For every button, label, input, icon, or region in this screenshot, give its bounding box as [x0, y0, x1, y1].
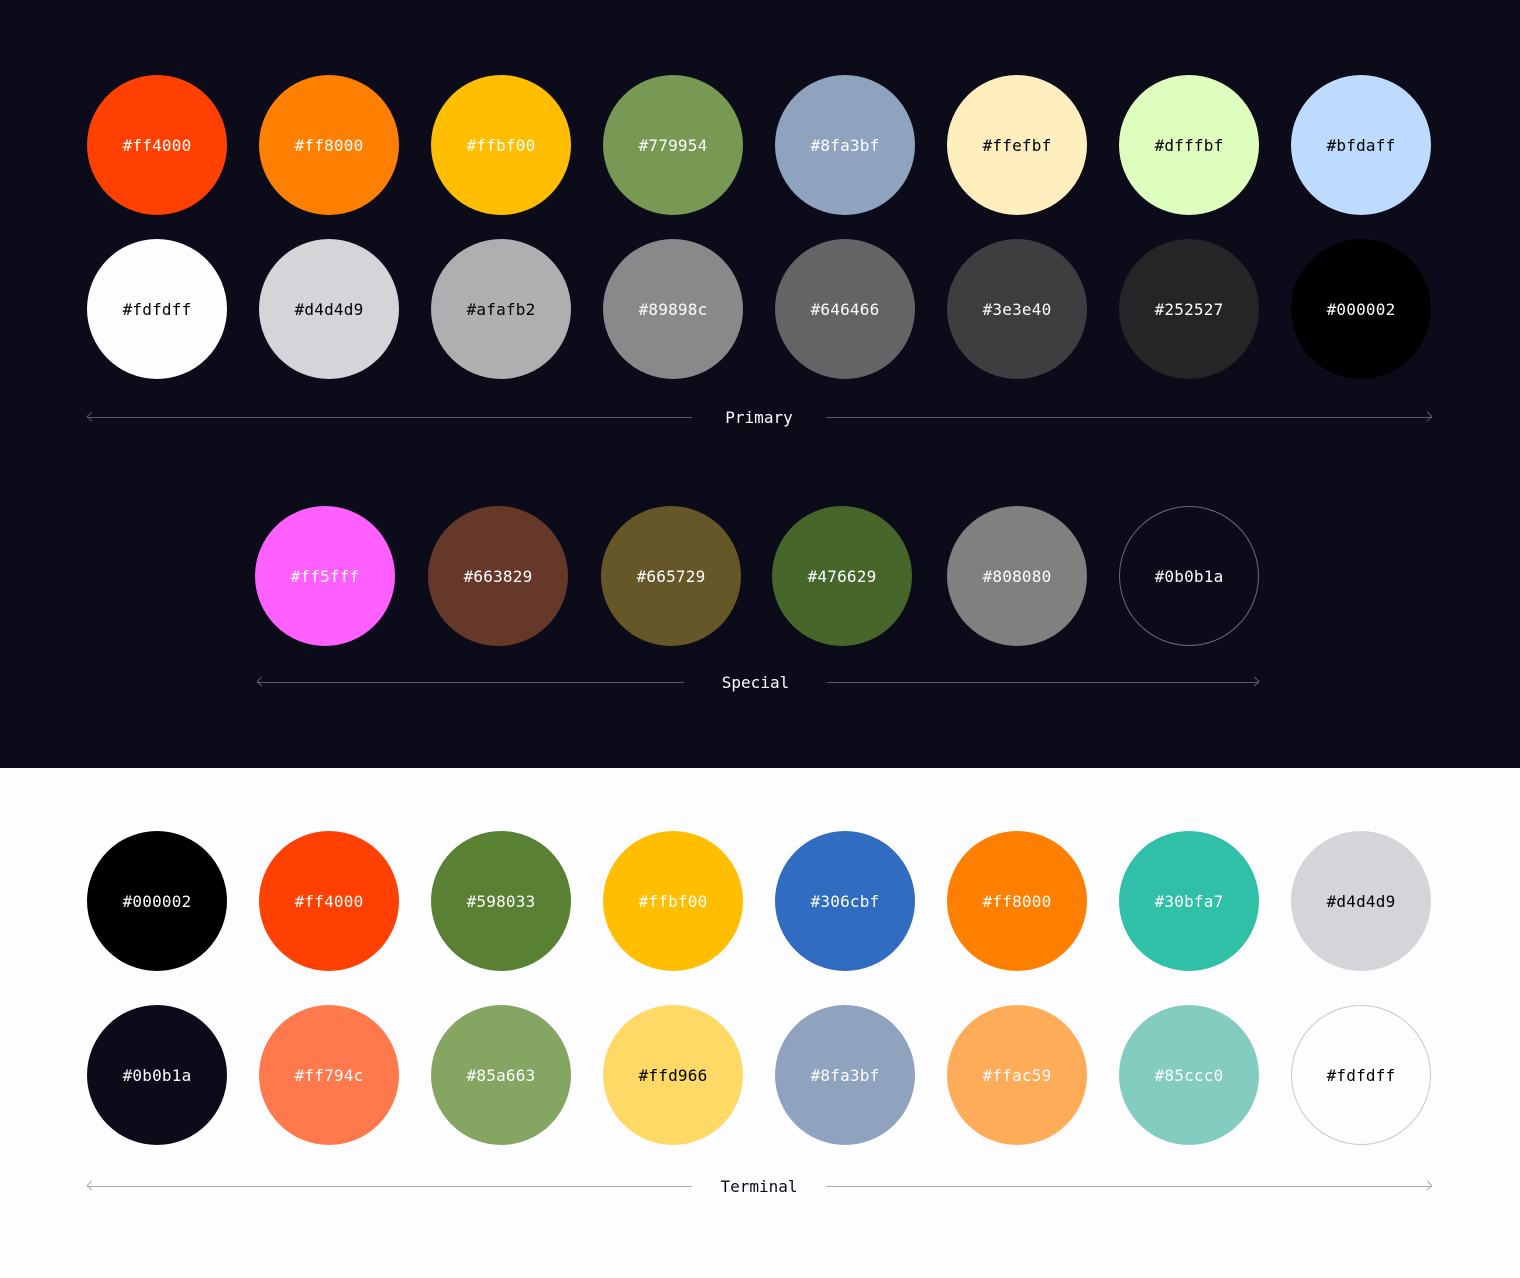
swatch-hex-label: #ff8000 [982, 891, 1052, 911]
color-swatch: #598033 [431, 831, 571, 971]
color-swatch: #0b0b1a [1119, 506, 1259, 646]
swatch-hex-label: #808080 [982, 566, 1052, 586]
color-swatch: #ff794c [259, 1005, 399, 1145]
color-swatch: #ffefbf [947, 75, 1087, 215]
color-swatch: #000002 [1291, 239, 1431, 379]
swatch-hex-label: #ffbf00 [466, 135, 536, 155]
color-swatch: #ff8000 [947, 831, 1087, 971]
divider-line [257, 682, 684, 683]
special-divider: Special [256, 673, 1260, 693]
swatch-hex-label: #afafb2 [466, 299, 536, 319]
swatch-hex-label: #8fa3bf [810, 135, 880, 155]
swatch-hex-label: #ffbf00 [638, 891, 708, 911]
swatch-hex-label: #8fa3bf [810, 1065, 880, 1085]
swatch-hex-label: #663829 [463, 566, 533, 586]
light-panel: #000002 #ff4000 #598033 #ffbf00 #306cbf #ff80… [0, 768, 1520, 1278]
color-swatch: #306cbf [775, 831, 915, 971]
color-swatch: #ff8000 [259, 75, 399, 215]
color-swatch: #bfdaff [1291, 75, 1431, 215]
color-swatch: #476629 [772, 506, 912, 646]
color-swatch: #afafb2 [431, 239, 571, 379]
color-swatch: #dfffbf [1119, 75, 1259, 215]
swatch-hex-label: #665729 [636, 566, 706, 586]
arrow-right-icon [1422, 411, 1433, 422]
color-swatch: #808080 [947, 506, 1087, 646]
terminal-label: Terminal [720, 1177, 798, 1196]
color-swatch: #8fa3bf [775, 1005, 915, 1145]
color-swatch: #665729 [601, 506, 741, 646]
swatch-hex-label: #779954 [638, 135, 708, 155]
color-swatch: #3e3e40 [947, 239, 1087, 379]
swatch-hex-label: #dfffbf [1154, 135, 1224, 155]
dark-panel: #ff4000 #ff8000 #ffbf00 #779954 #8fa3bf #ffef… [0, 0, 1520, 768]
swatch-hex-label: #306cbf [810, 891, 880, 911]
color-swatch: #89898c [603, 239, 743, 379]
color-swatch: #252527 [1119, 239, 1259, 379]
color-swatch: #ffac59 [947, 1005, 1087, 1145]
color-swatch: #d4d4d9 [1291, 831, 1431, 971]
swatch-hex-label: #ff5fff [290, 566, 360, 586]
color-swatch: #ff4000 [259, 831, 399, 971]
swatch-hex-label: #30bfa7 [1154, 891, 1224, 911]
swatch-hex-label: #000002 [122, 891, 192, 911]
swatch-hex-label: #0b0b1a [1154, 566, 1224, 586]
arrow-right-icon [1249, 676, 1260, 687]
swatch-hex-label: #ffefbf [982, 135, 1052, 155]
divider-line [826, 417, 1432, 418]
swatch-hex-label: #fdfdff [122, 299, 192, 319]
color-swatch: #fdfdff [87, 239, 227, 379]
swatch-hex-label: #ff8000 [294, 135, 364, 155]
swatch-hex-label: #89898c [638, 299, 708, 319]
color-swatch: #ff5fff [255, 506, 395, 646]
color-swatch: #d4d4d9 [259, 239, 399, 379]
swatch-hex-label: #ff794c [294, 1065, 364, 1085]
color-swatch: #8fa3bf [775, 75, 915, 215]
swatch-hex-label: #d4d4d9 [1326, 891, 1396, 911]
color-swatch: #85ccc0 [1119, 1005, 1259, 1145]
swatch-hex-label: #ff4000 [294, 891, 364, 911]
swatch-hex-label: #ff4000 [122, 135, 192, 155]
swatch-hex-label: #ffac59 [982, 1065, 1052, 1085]
swatch-hex-label: #252527 [1154, 299, 1224, 319]
swatch-hex-label: #bfdaff [1326, 135, 1396, 155]
swatch-hex-label: #d4d4d9 [294, 299, 364, 319]
swatch-hex-label: #598033 [466, 891, 536, 911]
swatch-hex-label: #85a663 [466, 1065, 536, 1085]
special-label: Special [721, 673, 790, 692]
arrow-right-icon [1422, 1180, 1433, 1191]
color-swatch: #fdfdff [1291, 1005, 1431, 1145]
swatch-hex-label: #646466 [810, 299, 880, 319]
terminal-divider: Terminal [86, 1177, 1433, 1197]
color-swatch: #663829 [428, 506, 568, 646]
color-swatch: #30bfa7 [1119, 831, 1259, 971]
primary-label: Primary [725, 408, 793, 427]
color-swatch: #646466 [775, 239, 915, 379]
primary-divider: Primary [86, 408, 1433, 428]
swatch-hex-label: #000002 [1326, 299, 1396, 319]
color-swatch: #ffbf00 [431, 75, 571, 215]
color-swatch: #ffd966 [603, 1005, 743, 1145]
swatch-hex-label: #0b0b1a [122, 1065, 192, 1085]
divider-line [827, 682, 1259, 683]
swatch-hex-label: #3e3e40 [982, 299, 1052, 319]
swatch-hex-label: #ffd966 [638, 1065, 708, 1085]
swatch-hex-label: #85ccc0 [1154, 1065, 1224, 1085]
color-swatch: #779954 [603, 75, 743, 215]
divider-line [87, 1186, 692, 1187]
color-swatch: #85a663 [431, 1005, 571, 1145]
divider-line [826, 1186, 1432, 1187]
divider-line [87, 417, 692, 418]
color-swatch: #0b0b1a [87, 1005, 227, 1145]
color-swatch: #ffbf00 [603, 831, 743, 971]
swatch-hex-label: #fdfdff [1326, 1065, 1396, 1085]
color-swatch: #000002 [87, 831, 227, 971]
color-swatch: #ff4000 [87, 75, 227, 215]
swatch-hex-label: #476629 [807, 566, 877, 586]
